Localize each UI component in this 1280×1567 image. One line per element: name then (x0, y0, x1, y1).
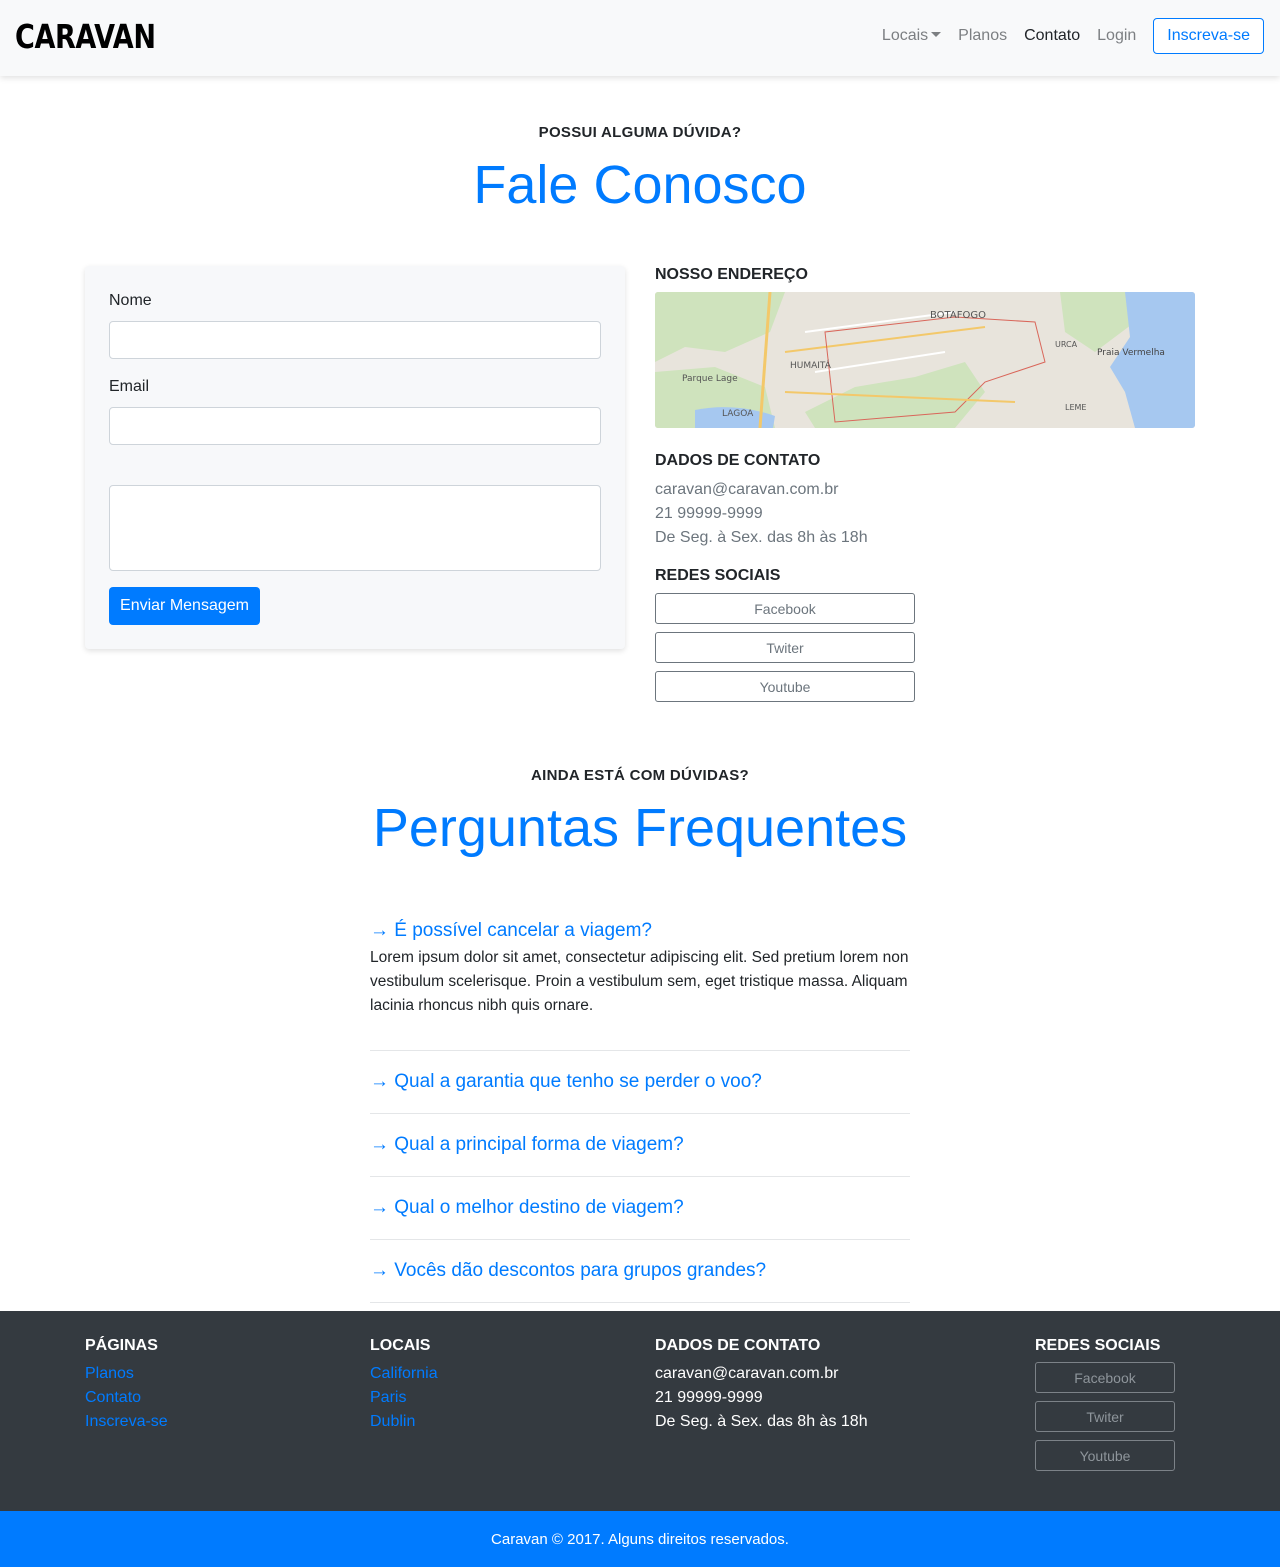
contact-form: Nome Email Enviar Mensagem (85, 266, 625, 649)
faq-title: Perguntas Frequentes (372, 798, 908, 858)
social-heading: REDES SOCIAIS (655, 567, 781, 584)
footer-link-california[interactable]: California (370, 1365, 438, 1383)
contact-heading: DADOS DE CONTATO (655, 452, 821, 469)
faq-question[interactable]: → Vocês dão descontos para grupos grande… (370, 1260, 766, 1282)
faq-divider (370, 1113, 910, 1114)
faq-question[interactable]: → Qual o melhor destino de viagem? (370, 1197, 684, 1219)
footer-phone: 21 99999-9999 (655, 1389, 763, 1406)
nav-item-contato[interactable]: Contato (1024, 27, 1080, 45)
contact-eyebrow: POSSUI ALGUMA DÚVIDA? (538, 124, 742, 141)
contact-title: Fale Conosco (473, 155, 807, 215)
twitter-button[interactable]: Twiter (655, 632, 915, 663)
footer-social-heading: REDES SOCIAIS (1035, 1337, 1161, 1354)
name-label: Nome (109, 292, 152, 309)
email-label: Email (109, 378, 150, 395)
faq-divider (370, 1176, 910, 1177)
nav-item-login[interactable]: Login (1097, 27, 1136, 45)
nav-item-locais[interactable]: Locais (881, 27, 942, 45)
footer: PÁGINAS Planos Contato Inscreva-se LOCAI… (0, 1311, 1280, 1511)
copyright-bar: Caravan © 2017. Alguns direitos reservad… (0, 1511, 1280, 1567)
footer-pages-heading: PÁGINAS (85, 1337, 158, 1354)
faq-question[interactable]: → Qual a principal forma de viagem? (370, 1134, 684, 1156)
footer-email: caravan@caravan.com.br (655, 1365, 839, 1382)
map-label: Praia Vermelha (1097, 348, 1165, 358)
map-label: HUMAITÁ (790, 359, 832, 371)
signup-button[interactable]: Inscreva-se (1153, 18, 1264, 54)
faq-divider (370, 1239, 910, 1240)
address-heading: NOSSO ENDEREÇO (655, 266, 808, 283)
map-label: LAGOA (722, 409, 754, 419)
faq-answer: Lorem ipsum dolor sit amet, consectetur … (370, 949, 909, 1014)
navbar: CARAVAN Locais Planos Contato Login Insc… (0, 0, 1280, 76)
youtube-button[interactable]: Youtube (655, 671, 915, 702)
footer-youtube-button[interactable]: Youtube (1035, 1440, 1175, 1471)
footer-link-inscreva-se[interactable]: Inscreva-se (85, 1413, 168, 1431)
message-textarea[interactable] (109, 485, 601, 571)
footer-link-planos[interactable]: Planos (85, 1365, 134, 1383)
footer-places-heading: LOCAIS (370, 1337, 431, 1354)
faq-divider (370, 1050, 910, 1051)
map-label: Parque Lage (682, 374, 738, 384)
footer-facebook-button[interactable]: Facebook (1035, 1362, 1175, 1393)
faq-divider (370, 1302, 910, 1303)
facebook-button[interactable]: Facebook (655, 593, 915, 624)
footer-link-paris[interactable]: Paris (370, 1389, 406, 1407)
map-image: BOTAFOGO HUMAITÁ LAGOA URCA LEME Praia V… (655, 292, 1195, 428)
map-label: LEME (1065, 403, 1086, 412)
footer-link-dublin[interactable]: Dublin (370, 1413, 415, 1431)
contact-phone: 21 99999-9999 (655, 505, 763, 522)
contact-email: caravan@caravan.com.br (655, 481, 839, 498)
footer-twitter-button[interactable]: Twiter (1035, 1401, 1175, 1432)
footer-link-contato[interactable]: Contato (85, 1389, 141, 1407)
map[interactable]: BOTAFOGO HUMAITÁ LAGOA URCA LEME Praia V… (655, 292, 1195, 428)
footer-contact-heading: DADOS DE CONTATO (655, 1337, 821, 1354)
caret-down-icon (931, 31, 942, 37)
send-message-button[interactable]: Enviar Mensagem (109, 587, 260, 625)
contact-hours: De Seg. à Sex. das 8h às 18h (655, 529, 868, 546)
brand-logo[interactable]: CARAVAN (15, 17, 156, 56)
nav-label: Locais (881, 27, 929, 44)
name-input[interactable] (109, 321, 601, 359)
nav-item-planos[interactable]: Planos (958, 27, 1007, 45)
faq-question[interactable]: → Qual a garantia que tenho se perder o … (370, 1071, 762, 1093)
email-input[interactable] (109, 407, 601, 445)
nav-menu: Locais Planos Contato Login Inscreva-se (865, 18, 1264, 54)
faq-eyebrow: AINDA ESTÁ COM DÚVIDAS? (530, 767, 749, 784)
footer-hours: De Seg. à Sex. das 8h às 18h (655, 1413, 868, 1430)
faq-question[interactable]: → É possível cancelar a viagem? (370, 920, 652, 942)
map-label: BOTAFOGO (930, 310, 986, 321)
map-label: URCA (1055, 340, 1078, 349)
